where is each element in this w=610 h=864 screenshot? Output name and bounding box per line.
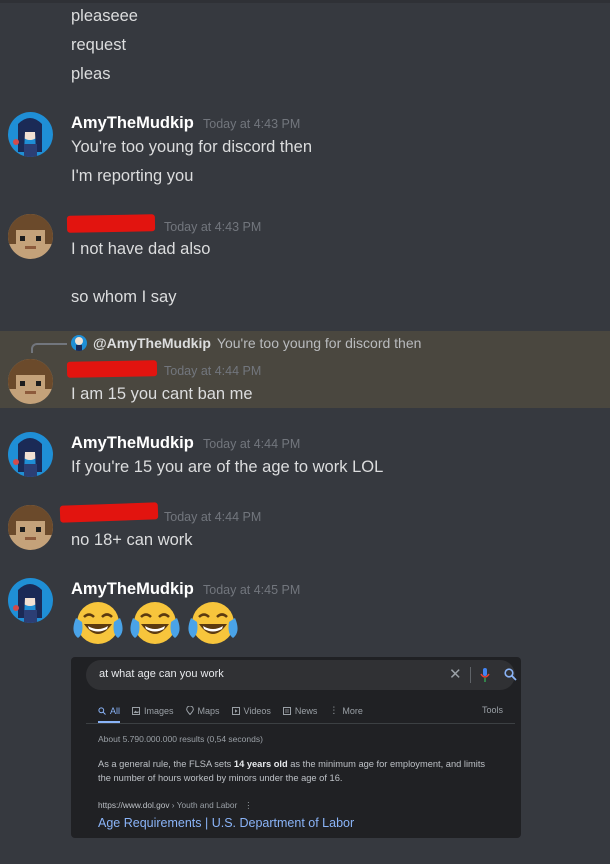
more-vert-icon: ⋮: [244, 800, 253, 810]
tools-link: Tools: [482, 705, 504, 715]
message-text: I not have dad also: [71, 240, 211, 258]
tab-maps: Maps: [185, 705, 220, 716]
username[interactable]: AmyTheMudkip: [71, 579, 194, 599]
message-text: no 18+ can work: [71, 531, 193, 549]
image-attachment[interactable]: at what age can you work ✕ All Images Ma…: [71, 657, 521, 838]
search-tabs: All Images Maps Videos News ⋮ More: [98, 705, 363, 716]
search-icon: [504, 668, 517, 686]
divider: [470, 667, 471, 683]
search-bar: at what age can you work ✕: [86, 660, 517, 690]
reply-author[interactable]: @AmyTheMudkip: [93, 335, 211, 351]
microphone-icon: [480, 667, 490, 688]
username[interactable]: AmyTheMudkip: [71, 113, 194, 133]
tab-more: ⋮ More: [329, 705, 363, 716]
message-line: pleaseee: [71, 7, 138, 25]
avatar[interactable]: [8, 214, 53, 259]
search-query: at what age can you work: [99, 668, 224, 680]
result-url: https://www.dol.gov › Youth and Labor ⋮: [98, 800, 253, 810]
reply-reference[interactable]: @AmyTheMudkip You're too young for disco…: [71, 334, 421, 352]
search-icon: [98, 706, 106, 715]
news-icon: [282, 706, 291, 715]
timestamp: Today at 4:44 PM: [203, 437, 301, 451]
message-text: I am 15 you cant ban me: [71, 385, 253, 403]
tab-news: News: [282, 705, 317, 716]
timestamp: Today at 4:43 PM: [203, 117, 301, 131]
message-line: pleas: [71, 65, 111, 83]
timestamp: Today at 4:44 PM: [164, 510, 262, 524]
more-vert-icon: ⋮: [329, 705, 339, 715]
avatar[interactable]: [8, 359, 53, 404]
redaction-mark: [66, 214, 156, 233]
result-title-link: Age Requirements | U.S. Department of La…: [98, 816, 355, 830]
face-with-tears-of-joy-icon[interactable]: [185, 600, 241, 646]
video-icon: [231, 706, 240, 715]
avatar[interactable]: [8, 578, 53, 623]
face-with-tears-of-joy-icon[interactable]: [70, 600, 126, 646]
face-with-tears-of-joy-icon[interactable]: [127, 600, 183, 646]
message-text: If you're 15 you are of the age to work …: [71, 458, 384, 476]
redaction-mark: [66, 360, 158, 378]
top-divider: [0, 0, 610, 3]
close-icon: ✕: [449, 666, 462, 683]
timestamp: Today at 4:45 PM: [203, 583, 301, 597]
reply-spine: [31, 343, 67, 353]
tab-videos: Videos: [231, 705, 271, 716]
timestamp: Today at 4:44 PM: [164, 364, 262, 378]
featured-snippet: As a general rule, the FLSA sets 14 year…: [98, 759, 486, 783]
divider: [86, 723, 515, 724]
timestamp: Today at 4:43 PM: [164, 220, 262, 234]
message-line: request: [71, 36, 127, 54]
avatar[interactable]: [8, 432, 53, 477]
tab-all: All: [98, 705, 120, 716]
message-text: so whom I say: [71, 288, 177, 306]
result-count: About 5.790.000.000 results (0,54 second…: [98, 734, 263, 744]
avatar[interactable]: [8, 505, 53, 550]
avatar[interactable]: [8, 112, 53, 157]
username[interactable]: AmyTheMudkip: [71, 433, 194, 453]
message-text: I'm reporting you: [71, 167, 194, 185]
reply-text: You're too young for discord then: [216, 335, 422, 351]
image-icon: [132, 706, 141, 715]
tab-images: Images: [132, 705, 174, 716]
reply-avatar: [71, 335, 87, 351]
map-pin-icon: [185, 706, 194, 715]
message-text: You're too young for discord then: [71, 138, 313, 156]
redaction-mark: [59, 502, 159, 523]
